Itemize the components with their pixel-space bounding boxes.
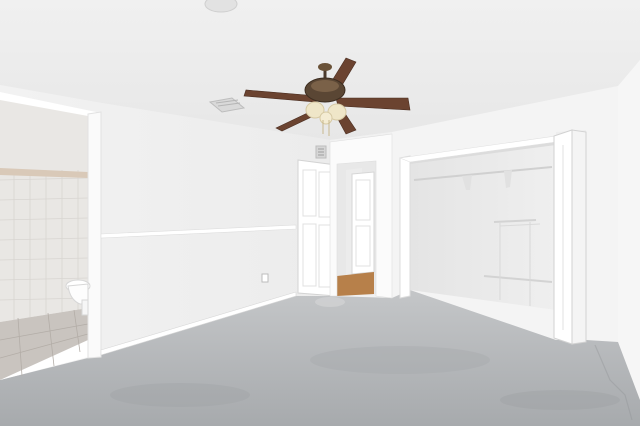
wall-vent [315,145,327,159]
ceiling-light [204,0,238,13]
outlet [261,273,269,283]
bedroom-scene [0,0,640,426]
hallway-door [337,161,376,296]
bifold-closet-door [553,129,587,345]
bathroom-doorway [0,92,102,380]
closet [398,135,557,310]
